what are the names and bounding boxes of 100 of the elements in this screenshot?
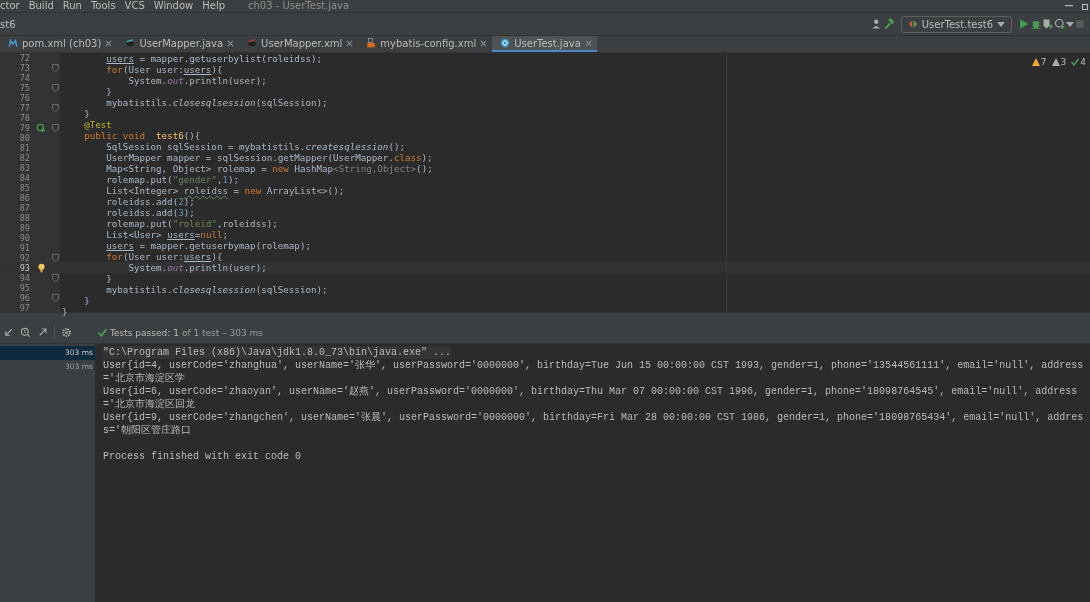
code-line: } — [83, 108, 90, 119]
line-number: 86 — [18, 193, 30, 203]
code-line: System.out.println(user); — [127, 262, 267, 273]
code-line: @Test — [83, 119, 112, 130]
warning-icon[interactable] — [1051, 58, 1060, 66]
close-icon[interactable] — [227, 39, 235, 47]
close-icon[interactable] — [480, 39, 488, 47]
line-number: 81 — [18, 143, 30, 153]
line-number: 97 — [18, 303, 30, 313]
line-number: 93 — [18, 263, 30, 273]
code-line: } — [83, 295, 90, 306]
fold-marker-icon[interactable] — [52, 104, 59, 112]
fold-marker-icon[interactable] — [52, 294, 59, 302]
code-line: for(User user:users){ — [105, 64, 223, 75]
code-line: } — [61, 306, 68, 317]
hammer-icon[interactable] — [882, 18, 895, 30]
line-number: 84 — [18, 173, 30, 183]
history-icon[interactable] — [20, 327, 31, 338]
debug-icon[interactable] — [1030, 18, 1042, 30]
fold-marker-icon[interactable] — [52, 124, 59, 132]
menu-item[interactable]: Tools — [90, 0, 116, 12]
line-number: 73 — [18, 63, 30, 73]
user-icon[interactable] — [870, 18, 883, 30]
settings-icon[interactable] — [61, 327, 72, 338]
line-number: 79 — [18, 123, 30, 133]
run-test-icon[interactable] — [36, 123, 46, 133]
code-line: users = mapper.getuserbymap(rolemap); — [105, 240, 311, 251]
coverage-icon[interactable] — [1042, 18, 1054, 30]
fold-marker-icon[interactable] — [52, 84, 59, 92]
import-icon[interactable] — [3, 327, 14, 338]
letter-m-icon — [8, 38, 18, 48]
code-line: roleidss.add(2); — [105, 196, 195, 207]
window-title: ch03 - UserTest.java — [248, 0, 350, 12]
line-number: 92 — [18, 253, 30, 263]
warning-count: 7 — [1040, 57, 1047, 67]
code-line: Map<String, Object> rolemap = new HashMap<String,Object>(); — [105, 163, 433, 174]
line-number: 72 — [18, 53, 30, 63]
passed-count: 1 — [173, 327, 179, 338]
profile-icon[interactable] — [1054, 18, 1066, 30]
caret-icon[interactable] — [1066, 20, 1074, 28]
ok-count: 4 — [1080, 57, 1086, 67]
code-line: UserMapper mapper = sqlSession.getMapper(UserMapper.class); — [105, 152, 433, 163]
console-output: User{id=6, userCode='zhaoyan', userName='赵燕', userPassword='0000000', birthday=Thu Mar 07 00:00:00 CST 1996, gender=1, phone='18098764545', email='null', address='北京市海淀区回龙 — [103, 384, 1079, 411]
code-line: List<Integer> roleidss = new ArrayList<>(); — [105, 185, 345, 196]
weak-warning-count: 3 — [1060, 57, 1067, 67]
line-number: 75 — [18, 83, 30, 93]
code-line: mybatistils.closesqlsession(sqlSession); — [105, 284, 328, 295]
line-number: 76 — [18, 93, 30, 103]
code-line: public void test6(){ — [83, 130, 201, 141]
line-number: 89 — [18, 223, 30, 233]
menu-item[interactable]: ctor — [0, 0, 20, 12]
line-number: 90 — [18, 233, 30, 243]
export-icon[interactable] — [37, 327, 48, 338]
run-configuration-dropdown[interactable]: UserTest.test6 — [900, 15, 1012, 33]
menu-item[interactable]: Build — [28, 0, 54, 12]
line-number: 74 — [18, 73, 30, 83]
code-line: roleidss.add(3); — [105, 207, 195, 218]
code-line: rolemap.put("gender",1); — [105, 174, 240, 185]
editor-tab[interactable]: UserTest.java — [492, 36, 597, 52]
line-number: 95 — [18, 283, 30, 293]
fold-marker-icon[interactable] — [52, 254, 59, 262]
console-output: User{id=9, userCode='zhangchen', userName='张晨', userPassword='0000000', birthday=Fri Mar 28 00:00:00 CST 1986, gender=1, phone='18098765434', email='null', address='朝阳区管庄路口 — [103, 410, 1085, 437]
run-icon[interactable] — [1018, 18, 1030, 30]
code-line: SqlSession sqlSession = mybatistils.createsqlession(); — [105, 141, 405, 152]
check-icon[interactable] — [1071, 58, 1080, 66]
breadcrumb[interactable]: st6 — [0, 18, 16, 30]
line-number: 77 — [18, 103, 30, 113]
editor-tab[interactable]: pom.xml (ch03) — [0, 36, 118, 52]
code-line: rolemap.put("roleid",roleidss); — [105, 218, 278, 229]
fold-marker-icon[interactable] — [52, 64, 59, 72]
menu-item[interactable]: Run — [62, 0, 82, 12]
warning-icon[interactable] — [1031, 58, 1040, 66]
editor-tab[interactable]: UserMapper.xml — [239, 36, 359, 52]
menu-item[interactable]: Help — [202, 0, 225, 12]
line-number: 80 — [18, 133, 30, 143]
console-output: Process finished with exit code 0 — [103, 449, 302, 463]
code-line: System.out.println(user); — [127, 75, 267, 86]
close-icon[interactable] — [584, 39, 592, 47]
console-output: User{id=4, userCode='zhanghua', userName='张华', userPassword='0000000', birthday=Tue Jun 15 00:00:00 CST 1993, gender=1, phone='13544561111', email='null', address='北京市海淀区学 — [103, 358, 1085, 385]
lightbulb-icon[interactable] — [36, 263, 46, 273]
diamond-icon — [907, 19, 918, 29]
code-line: for(User user:users){ — [105, 251, 223, 262]
fold-marker-icon[interactable] — [52, 274, 59, 282]
line-number: 91 — [18, 243, 30, 253]
line-number: 94 — [18, 273, 30, 283]
tests-passed-label: Tests passed: — [110, 327, 171, 338]
editor-tab[interactable]: mybatis-config.xml — [358, 36, 493, 52]
close-icon[interactable] — [346, 39, 354, 47]
menu-item[interactable]: Window — [153, 0, 194, 12]
code-line: users = mapper.getuserbylist(roleidss); — [105, 53, 323, 64]
line-number: 83 — [18, 163, 30, 173]
close-icon[interactable] — [105, 39, 113, 47]
class-icon — [500, 38, 511, 48]
editor-tab[interactable]: UserMapper.java — [117, 36, 240, 52]
restore-icon[interactable] — [1082, 2, 1090, 10]
line-number: 78 — [18, 113, 30, 123]
check-icon — [98, 328, 107, 337]
xml-file-icon — [366, 38, 377, 48]
code-line: mybatistils.closesqlsession(sqlSession); — [105, 97, 328, 108]
menu-item[interactable]: VCS — [124, 0, 145, 12]
